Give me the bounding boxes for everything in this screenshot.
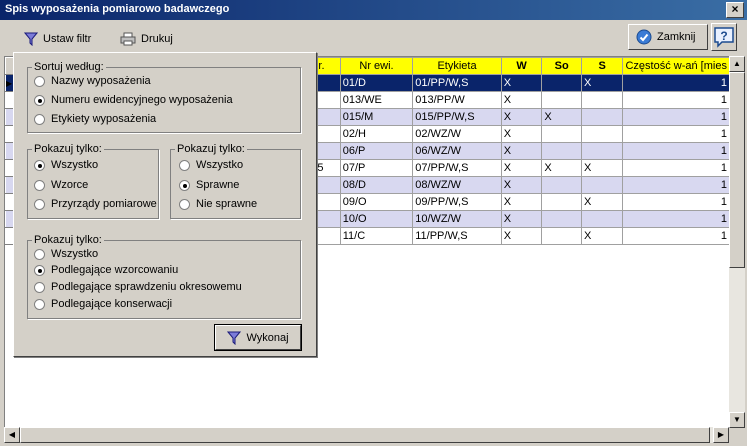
radio-button[interactable] [34,298,45,310]
arrow-left-icon: ◀ [8,430,16,439]
help-icon: ? [713,26,735,48]
state-option-broken[interactable]: Nie sprawne [179,198,257,210]
execute-button[interactable]: Wykonaj [214,324,302,351]
sort-option-name[interactable]: Nazwy wyposażenia [34,75,151,87]
column-header-label[interactable]: Etykieta [412,57,502,75]
state-filter-legend: Pokazuj tylko: [177,143,245,155]
printer-icon [120,32,136,46]
radio-button[interactable] [34,75,45,87]
arrow-up-icon: ▲ [733,59,741,68]
sort-option-number[interactable]: Numeru ewidencyjnego wyposażenia [34,94,233,106]
maintenance-filter-legend: Pokazuj tylko: [34,234,102,246]
svg-text:?: ? [720,29,727,43]
vertical-scrollbar[interactable]: ▲ ▼ [729,56,745,428]
close-label: Zamknij [657,31,696,43]
horizontal-scrollbar[interactable]: ◀ ▶ [4,427,729,443]
state-option-all[interactable]: Wszystko [179,159,243,171]
state-option-working[interactable]: Sprawne [179,179,239,191]
toolbar: Ustaw filtr Drukuj Zamknij ? [0,20,747,56]
maint-option-periodic[interactable]: Podlegające sprawdzeniu okresowemu [34,281,242,293]
scroll-left-button[interactable]: ◀ [4,427,20,443]
arrow-down-icon: ▼ [733,415,741,424]
sort-option-label[interactable]: Etykiety wyposażenia [34,113,156,125]
scroll-thumb[interactable] [729,72,745,268]
maint-option-all[interactable]: Wszystko [34,248,98,260]
scroll-thumb-horizontal[interactable] [20,427,710,443]
scroll-down-button[interactable]: ▼ [729,412,745,428]
window-close-button[interactable]: × [726,2,744,18]
help-button[interactable]: ? [711,23,737,51]
print-button[interactable]: Drukuj [120,30,173,48]
funnel-icon [24,32,38,46]
maint-option-calibration[interactable]: Podlegające wzorcowaniu [34,264,178,276]
radio-button[interactable] [34,94,45,106]
column-header-s[interactable]: S [580,57,624,75]
set-filter-button[interactable]: Ustaw filtr [24,30,91,48]
type-option-all[interactable]: Wszystko [34,159,98,171]
radio-button[interactable] [34,159,45,171]
type-option-instruments[interactable]: Przyrządy pomiarowe [34,198,157,210]
column-header-so[interactable]: So [541,57,582,75]
radio-button[interactable] [34,248,45,260]
current-row-arrow-icon: ▶ [6,79,13,88]
sort-legend: Sortuj według: [34,61,104,73]
radio-button[interactable] [34,179,45,191]
radio-button[interactable] [179,159,190,171]
maint-option-conservation[interactable]: Podlegające konserwacji [34,298,172,310]
filter-panel: Sortuj według: Nazwy wyposażenia Numeru … [13,52,317,357]
type-option-standards[interactable]: Wzorce [34,179,88,191]
radio-button[interactable] [34,198,45,210]
funnel-icon [227,331,242,345]
radio-button[interactable] [34,264,45,276]
print-label: Drukuj [141,33,173,45]
set-filter-label: Ustaw filtr [43,33,92,45]
arrow-right-icon: ▶ [717,430,725,439]
type-filter-legend: Pokazuj tylko: [34,143,102,155]
column-header-nr[interactable]: Nr ewi. [339,57,414,75]
window-title: Spis wyposażenia pomiarowo badawczego [5,3,230,15]
radio-button[interactable] [34,281,45,293]
radio-button[interactable] [179,179,190,191]
column-header-frequency[interactable]: Częstość w-ań [mies [622,57,730,75]
execute-label: Wykonaj [246,331,289,344]
column-header-w[interactable]: W [500,57,543,75]
scroll-right-button[interactable]: ▶ [713,427,729,443]
close-button[interactable]: Zamknij [628,24,708,50]
radio-button[interactable] [179,198,190,210]
radio-button[interactable] [34,113,45,125]
scroll-up-button[interactable]: ▲ [729,56,745,72]
title-bar: Spis wyposażenia pomiarowo badawczego × [0,0,747,20]
check-circle-icon [636,29,652,45]
